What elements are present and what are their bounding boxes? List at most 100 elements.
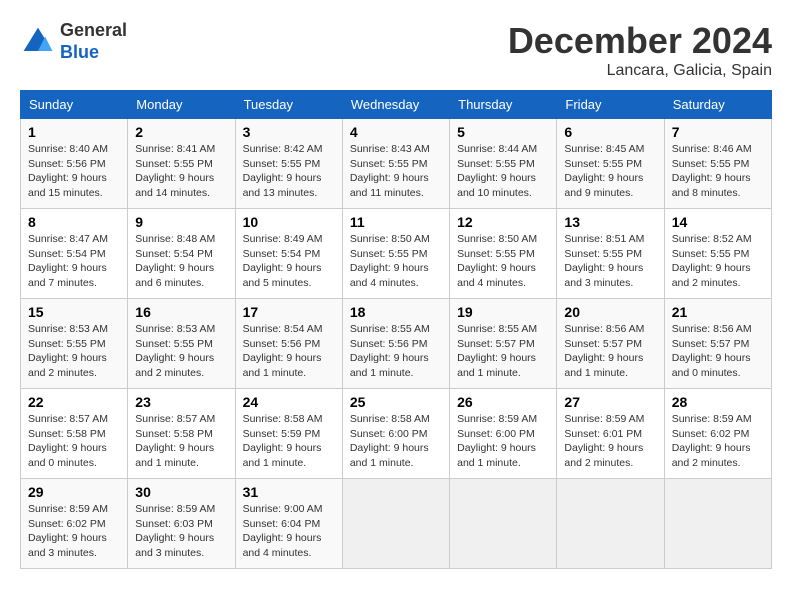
calendar-cell: 20Sunrise: 8:56 AMSunset: 5:57 PMDayligh… (557, 299, 664, 389)
day-number: 9 (135, 214, 227, 230)
logo-icon (20, 24, 56, 60)
calendar-cell: 12Sunrise: 8:50 AMSunset: 5:55 PMDayligh… (450, 209, 557, 299)
day-detail: Sunrise: 8:53 AMSunset: 5:55 PMDaylight:… (135, 322, 227, 381)
day-detail: Sunrise: 8:57 AMSunset: 5:58 PMDaylight:… (135, 412, 227, 471)
day-number: 3 (243, 124, 335, 140)
calendar-cell: 25Sunrise: 8:58 AMSunset: 6:00 PMDayligh… (342, 389, 449, 479)
day-number: 16 (135, 304, 227, 320)
day-number: 1 (28, 124, 120, 140)
calendar-cell: 2 Sunrise: 8:41 AMSunset: 5:55 PMDaylight… (128, 119, 235, 209)
calendar-cell (342, 479, 449, 569)
weekday-header-monday: Monday (128, 91, 235, 119)
day-detail: Sunrise: 8:58 AMSunset: 6:00 PMDaylight:… (350, 412, 442, 471)
calendar-cell: 5 Sunrise: 8:44 AMSunset: 5:55 PMDaylight… (450, 119, 557, 209)
weekday-header-thursday: Thursday (450, 91, 557, 119)
day-detail: Sunrise: 8:59 AMSunset: 6:02 PMDaylight:… (28, 502, 120, 561)
day-detail: Sunrise: 8:44 AMSunset: 5:55 PMDaylight:… (457, 142, 549, 201)
calendar-week-row: 1 Sunrise: 8:40 AMSunset: 5:56 PMDaylight… (21, 119, 772, 209)
day-detail: Sunrise: 8:41 AMSunset: 5:55 PMDaylight:… (135, 142, 227, 201)
calendar-week-row: 15 Sunrise: 8:53 AMSunset: 5:55 PMDayligh… (21, 299, 772, 389)
calendar-week-row: 22 Sunrise: 8:57 AMSunset: 5:58 PMDayligh… (21, 389, 772, 479)
day-number: 4 (350, 124, 442, 140)
calendar-cell: 17Sunrise: 8:54 AMSunset: 5:56 PMDayligh… (235, 299, 342, 389)
day-detail: Sunrise: 8:47 AMSunset: 5:54 PMDaylight:… (28, 232, 120, 291)
day-number: 24 (243, 394, 335, 410)
title-block: December 2024 Lancara, Galicia, Spain (508, 20, 772, 80)
calendar-cell: 30 Sunrise: 8:59 AMSunset: 6:03 PMDayligh… (128, 479, 235, 569)
logo-text: General Blue (60, 20, 127, 63)
calendar-cell: 4 Sunrise: 8:43 AMSunset: 5:55 PMDaylight… (342, 119, 449, 209)
weekday-header-saturday: Saturday (664, 91, 771, 119)
day-detail: Sunrise: 8:49 AMSunset: 5:54 PMDaylight:… (243, 232, 335, 291)
calendar-cell: 11Sunrise: 8:50 AMSunset: 5:55 PMDayligh… (342, 209, 449, 299)
day-number: 13 (564, 214, 656, 230)
calendar-cell: 16 Sunrise: 8:53 AMSunset: 5:55 PMDayligh… (128, 299, 235, 389)
day-number: 19 (457, 304, 549, 320)
calendar-cell: 21 Sunrise: 8:56 AMSunset: 5:57 PMDayligh… (664, 299, 771, 389)
calendar-header: SundayMondayTuesdayWednesdayThursdayFrid… (21, 91, 772, 119)
calendar-cell: 22 Sunrise: 8:57 AMSunset: 5:58 PMDayligh… (21, 389, 128, 479)
day-number: 21 (672, 304, 764, 320)
calendar-cell: 13 Sunrise: 8:51 AMSunset: 5:55 PMDayligh… (557, 209, 664, 299)
day-number: 8 (28, 214, 120, 230)
day-detail: Sunrise: 8:57 AMSunset: 5:58 PMDaylight:… (28, 412, 120, 471)
day-detail: Sunrise: 8:59 AMSunset: 6:03 PMDaylight:… (135, 502, 227, 561)
calendar-cell: 8 Sunrise: 8:47 AMSunset: 5:54 PMDaylight… (21, 209, 128, 299)
calendar-week-row: 8 Sunrise: 8:47 AMSunset: 5:54 PMDaylight… (21, 209, 772, 299)
calendar-cell: 29 Sunrise: 8:59 AMSunset: 6:02 PMDayligh… (21, 479, 128, 569)
day-number: 10 (243, 214, 335, 230)
weekday-header-tuesday: Tuesday (235, 91, 342, 119)
day-detail: Sunrise: 8:51 AMSunset: 5:55 PMDaylight:… (564, 232, 656, 291)
day-detail: Sunrise: 8:59 AMSunset: 6:01 PMDaylight:… (564, 412, 656, 471)
day-detail: Sunrise: 8:54 AMSunset: 5:56 PMDaylight:… (243, 322, 335, 381)
day-detail: Sunrise: 8:56 AMSunset: 5:57 PMDaylight:… (672, 322, 764, 381)
day-detail: Sunrise: 8:50 AMSunset: 5:55 PMDaylight:… (457, 232, 549, 291)
location-subtitle: Lancara, Galicia, Spain (508, 62, 772, 80)
calendar-cell (664, 479, 771, 569)
day-number: 2 (135, 124, 227, 140)
calendar-cell (557, 479, 664, 569)
day-detail: Sunrise: 8:45 AMSunset: 5:55 PMDaylight:… (564, 142, 656, 201)
calendar-cell: 24Sunrise: 8:58 AMSunset: 5:59 PMDayligh… (235, 389, 342, 479)
calendar-cell: 28Sunrise: 8:59 AMSunset: 6:02 PMDayligh… (664, 389, 771, 479)
calendar-cell: 14Sunrise: 8:52 AMSunset: 5:55 PMDayligh… (664, 209, 771, 299)
calendar-cell: 15Sunrise: 8:53 AMSunset: 5:55 PMDayligh… (21, 299, 128, 389)
weekday-header-row: SundayMondayTuesdayWednesdayThursdayFrid… (21, 91, 772, 119)
weekday-header-friday: Friday (557, 91, 664, 119)
day-number: 30 (135, 484, 227, 500)
day-number: 14 (672, 214, 764, 230)
day-number: 15 (28, 304, 120, 320)
day-detail: Sunrise: 8:50 AMSunset: 5:55 PMDaylight:… (350, 232, 442, 291)
page-header: General Blue December 2024 Lancara, Gali… (20, 20, 772, 80)
day-number: 27 (564, 394, 656, 410)
day-number: 29 (28, 484, 120, 500)
day-detail: Sunrise: 8:55 AMSunset: 5:57 PMDaylight:… (457, 322, 549, 381)
calendar-cell: 3 Sunrise: 8:42 AMSunset: 5:55 PMDaylight… (235, 119, 342, 209)
day-detail: Sunrise: 8:43 AMSunset: 5:55 PMDaylight:… (350, 142, 442, 201)
day-detail: Sunrise: 8:59 AMSunset: 6:02 PMDaylight:… (672, 412, 764, 471)
calendar-cell: 27 Sunrise: 8:59 AMSunset: 6:01 PMDayligh… (557, 389, 664, 479)
day-detail: Sunrise: 8:55 AMSunset: 5:56 PMDaylight:… (350, 322, 442, 381)
calendar-week-row: 29 Sunrise: 8:59 AMSunset: 6:02 PMDayligh… (21, 479, 772, 569)
day-number: 6 (564, 124, 656, 140)
calendar-cell: 9 Sunrise: 8:48 AMSunset: 5:54 PMDaylight… (128, 209, 235, 299)
day-number: 18 (350, 304, 442, 320)
day-detail: Sunrise: 8:40 AMSunset: 5:56 PMDaylight:… (28, 142, 120, 201)
calendar-cell: 7Sunrise: 8:46 AMSunset: 5:55 PMDaylight… (664, 119, 771, 209)
day-number: 20 (564, 304, 656, 320)
day-number: 26 (457, 394, 549, 410)
calendar-cell: 19 Sunrise: 8:55 AMSunset: 5:57 PMDayligh… (450, 299, 557, 389)
calendar-cell: 6 Sunrise: 8:45 AMSunset: 5:55 PMDaylight… (557, 119, 664, 209)
weekday-header-sunday: Sunday (21, 91, 128, 119)
day-detail: Sunrise: 8:48 AMSunset: 5:54 PMDaylight:… (135, 232, 227, 291)
day-number: 5 (457, 124, 549, 140)
day-detail: Sunrise: 8:59 AMSunset: 6:00 PMDaylight:… (457, 412, 549, 471)
calendar-table: SundayMondayTuesdayWednesdayThursdayFrid… (20, 90, 772, 569)
day-detail: Sunrise: 8:42 AMSunset: 5:55 PMDaylight:… (243, 142, 335, 201)
calendar-body: 1 Sunrise: 8:40 AMSunset: 5:56 PMDaylight… (21, 119, 772, 569)
calendar-cell: 23 Sunrise: 8:57 AMSunset: 5:58 PMDayligh… (128, 389, 235, 479)
day-number: 31 (243, 484, 335, 500)
day-number: 23 (135, 394, 227, 410)
day-detail: Sunrise: 9:00 AMSunset: 6:04 PMDaylight:… (243, 502, 335, 561)
day-number: 22 (28, 394, 120, 410)
